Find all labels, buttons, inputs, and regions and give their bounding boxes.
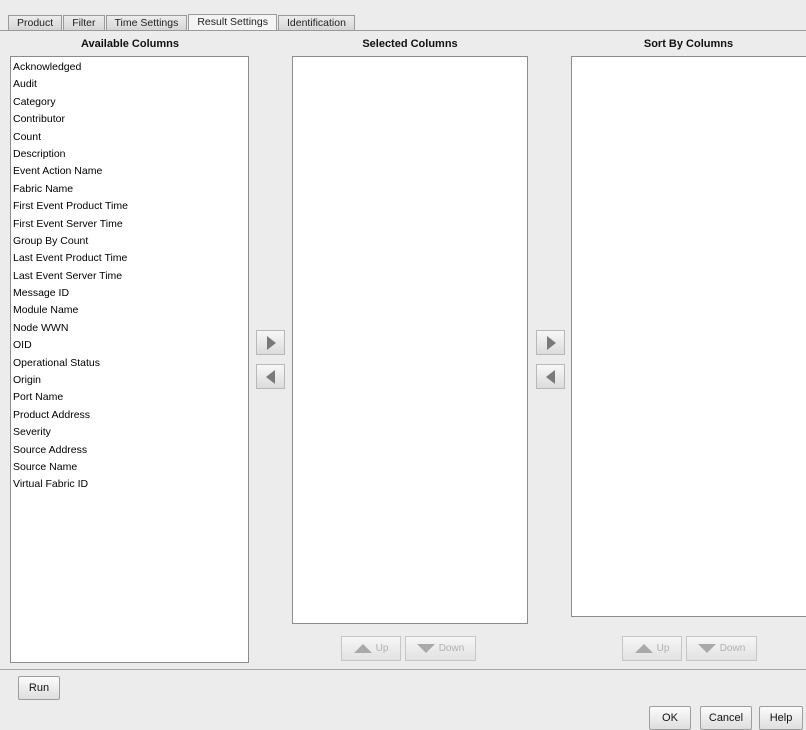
- list-item[interactable]: Last Event Product Time: [11, 250, 248, 267]
- tab-identification[interactable]: Identification: [277, 15, 355, 30]
- up-label: Up: [375, 643, 389, 654]
- list-item[interactable]: Origin: [11, 372, 248, 389]
- selected-up-button[interactable]: Up: [341, 636, 401, 661]
- arrow-left-icon: [265, 369, 275, 384]
- list-item[interactable]: Source Address: [11, 442, 248, 459]
- sort-down-button[interactable]: Down: [686, 636, 757, 661]
- down-label: Down: [719, 643, 746, 654]
- list-item[interactable]: Virtual Fabric ID: [11, 476, 248, 493]
- tab-divider: [0, 30, 806, 31]
- list-item[interactable]: Description: [11, 146, 248, 163]
- selected-columns-list[interactable]: [292, 56, 528, 624]
- tab-product[interactable]: Product: [8, 15, 63, 30]
- cancel-button[interactable]: Cancel: [700, 706, 752, 730]
- sort-columns-title: Sort By Columns: [643, 38, 734, 50]
- list-item[interactable]: Category: [11, 94, 248, 111]
- selected-down-button[interactable]: Down: [405, 636, 476, 661]
- list-item[interactable]: Message ID: [11, 285, 248, 302]
- run-button[interactable]: Run: [18, 676, 60, 700]
- down-label: Down: [438, 643, 465, 654]
- tab-time-settings[interactable]: Time Settings: [105, 15, 188, 30]
- list-item[interactable]: Acknowledged: [11, 59, 248, 76]
- list-item[interactable]: Count: [11, 129, 248, 146]
- separator: [0, 669, 806, 670]
- sort-columns-list[interactable]: [571, 56, 806, 617]
- ok-button[interactable]: OK: [649, 706, 691, 730]
- up-label: Up: [656, 643, 670, 654]
- list-item[interactable]: Group By Count: [11, 233, 248, 250]
- selected-columns-title: Selected Columns: [362, 38, 458, 50]
- list-item[interactable]: Contributor: [11, 111, 248, 128]
- list-item[interactable]: Source Name: [11, 459, 248, 476]
- list-item[interactable]: Last Event Server Time: [11, 268, 248, 285]
- triangle-down-icon: [416, 644, 435, 653]
- available-columns-title: Available Columns: [80, 38, 179, 50]
- list-item[interactable]: Severity: [11, 424, 248, 441]
- list-item[interactable]: Fabric Name: [11, 181, 248, 198]
- list-item[interactable]: Port Name: [11, 389, 248, 406]
- list-item[interactable]: OID: [11, 337, 248, 354]
- add-column-button[interactable]: [256, 330, 285, 355]
- list-item[interactable]: Module Name: [11, 302, 248, 319]
- arrow-right-icon: [266, 335, 276, 350]
- help-button[interactable]: Help: [759, 706, 803, 730]
- available-columns-list[interactable]: Acknowledged Audit Category Contributor Coun…: [10, 56, 249, 663]
- list-item[interactable]: Audit: [11, 76, 248, 93]
- triangle-up-icon: [353, 644, 372, 653]
- sort-up-button[interactable]: Up: [622, 636, 682, 661]
- list-item[interactable]: First Event Product Time: [11, 198, 248, 215]
- list-item[interactable]: First Event Server Time: [11, 216, 248, 233]
- list-item[interactable]: Event Action Name: [11, 163, 248, 180]
- triangle-up-icon: [634, 644, 653, 653]
- list-item[interactable]: Node WWN: [11, 320, 248, 337]
- tab-result-settings[interactable]: Result Settings: [188, 14, 277, 30]
- remove-sort-column-button[interactable]: [536, 364, 565, 389]
- triangle-down-icon: [697, 644, 716, 653]
- add-sort-column-button[interactable]: [536, 330, 565, 355]
- remove-column-button[interactable]: [256, 364, 285, 389]
- arrow-right-icon: [546, 335, 556, 350]
- list-item[interactable]: Operational Status: [11, 355, 248, 372]
- arrow-left-icon: [545, 369, 555, 384]
- tab-filter[interactable]: Filter: [63, 15, 105, 30]
- tab-bar: Product Filter Time Settings Result Sett…: [8, 14, 356, 30]
- list-item[interactable]: Product Address: [11, 407, 248, 424]
